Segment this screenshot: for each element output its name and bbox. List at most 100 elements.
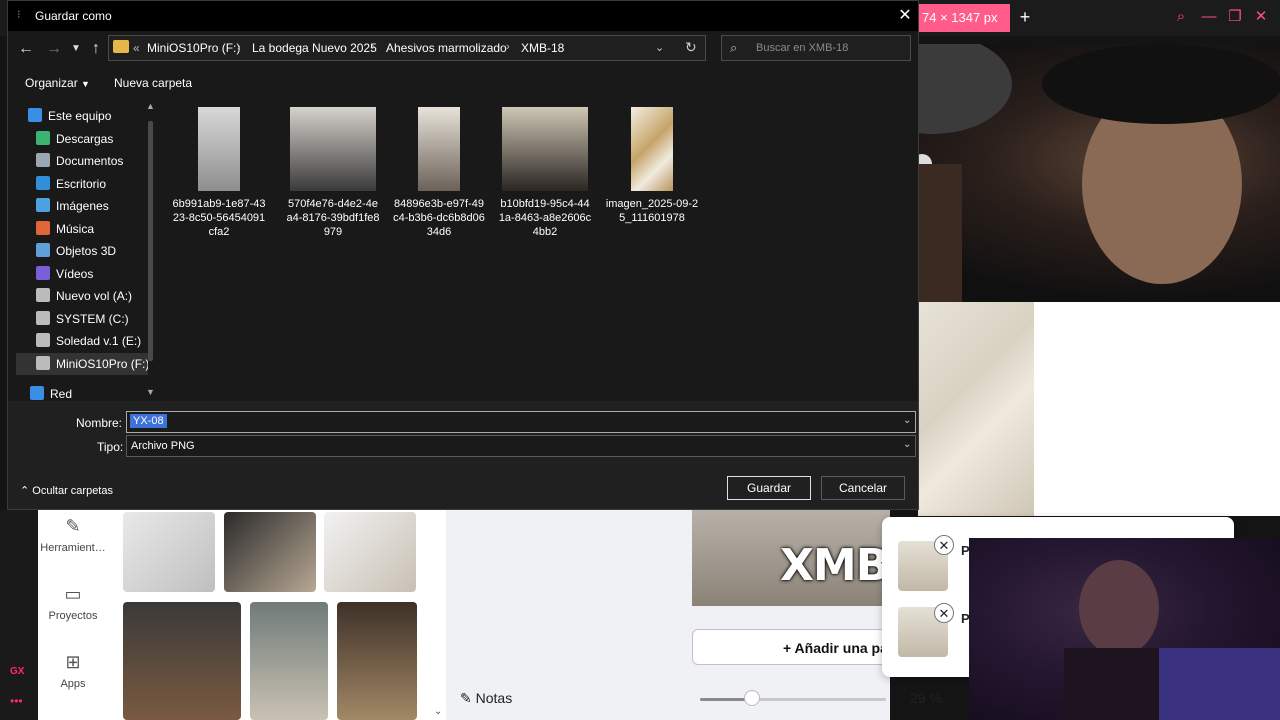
restore-icon[interactable]: ❐ — [1224, 6, 1246, 28]
side-button-tools[interactable]: ✎ Herramient… — [38, 516, 108, 554]
nav-item-label: Descargas — [56, 132, 114, 146]
side-button-label: Apps — [60, 678, 86, 690]
nav-item-label: SYSTEM (C:) — [56, 312, 129, 326]
file-item[interactable]: 6b991ab9-1e87-4323-8c50-56454091cfa2 — [166, 107, 272, 239]
nav-item-label: Vídeos — [56, 267, 94, 281]
gallery-thumbnail[interactable] — [337, 602, 417, 720]
breadcrumb-item[interactable]: XMB-18 — [521, 41, 564, 55]
gallery-thumbnail[interactable] — [224, 512, 316, 592]
file-item[interactable]: 570f4e76-d4e2-4ea4-8176-39bdf1fe8979 — [280, 107, 386, 239]
notes-button[interactable]: ✎ Notas — [460, 690, 512, 707]
remove-upload-icon[interactable]: ✕ — [934, 603, 954, 623]
nav-item-drive-f[interactable]: MiniOS10Pro (F:) — [16, 353, 148, 375]
search-icon[interactable]: ⌕ — [1170, 6, 1192, 28]
filename-label: Nombre: — [76, 416, 123, 430]
editor-side-panel: ✎ Herramient… ▭ Proyectos ⊞ Apps — [38, 510, 108, 720]
nav-item-label: Red — [50, 387, 73, 401]
nav-item-descargas[interactable]: Descargas — [36, 128, 154, 150]
file-name: imagen_2025-09-25_111601978 — [605, 198, 699, 224]
hide-folders-button[interactable]: ⌃ Ocultar carpetas — [20, 484, 113, 497]
side-button-projects[interactable]: ▭ Proyectos — [38, 584, 108, 622]
nav-item-escritorio[interactable]: Escritorio — [36, 173, 154, 195]
nav-item-videos[interactable]: Vídeos — [36, 263, 154, 285]
file-thumbnail — [198, 107, 240, 191]
cancel-button[interactable]: Cancelar — [821, 476, 905, 500]
zoom-slider-handle[interactable] — [744, 690, 760, 706]
breadcrumb-item[interactable]: MiniOS10Pro (F:) — [147, 41, 240, 55]
browser-brand[interactable]: GX — [10, 666, 24, 677]
save-button[interactable]: Guardar — [727, 476, 811, 500]
side-button-apps[interactable]: ⊞ Apps — [38, 652, 108, 690]
up-folder-icon[interactable]: ↑ — [86, 39, 106, 59]
notes-icon: ✎ — [460, 690, 476, 706]
nav-item-este-equipo[interactable]: Este equipo — [28, 105, 146, 127]
more-icon[interactable]: ••• — [10, 694, 23, 708]
nav-item-label: Escritorio — [56, 177, 107, 191]
breadcrumb-item[interactable]: Ahesivos marmolizado — [386, 41, 507, 55]
address-bar[interactable]: « MiniOS10Pro (F:) › La bodega Nuevo 202… — [108, 35, 706, 61]
nav-item-drive-e[interactable]: Soledad v.1 (E:) — [36, 330, 154, 352]
new-folder-button[interactable]: Nueva carpeta — [114, 76, 192, 90]
notes-label: Notas — [475, 690, 513, 706]
navigation-scrollbar[interactable] — [148, 121, 153, 361]
drive-icon — [36, 356, 50, 370]
nav-item-imagenes[interactable]: Imágenes — [36, 195, 154, 217]
file-item[interactable]: b10bfd19-95c4-441a-8463-a8e2606c4bb2 — [492, 107, 598, 239]
new-tab-icon[interactable]: + — [1014, 6, 1036, 28]
file-item[interactable]: 84896e3b-e97f-49c4-b3b6-dc6b8d0634d6 — [386, 107, 492, 239]
filetype-value: Archivo PNG — [131, 440, 195, 452]
close-window-icon[interactable]: ✕ — [1250, 6, 1272, 28]
dialog-bottom-panel: Nombre: YX-08 ⌄ Tipo: Archivo PNG ⌄ ⌃ Oc… — [8, 401, 918, 509]
file-item[interactable]: imagen_2025-09-25_111601978 — [599, 107, 705, 225]
nav-item-drive-a[interactable]: Nuevo vol (A:) — [36, 285, 154, 307]
file-name: 6b991ab9-1e87-4323-8c50-56454091cfa2 — [172, 198, 266, 238]
scroll-down-icon[interactable]: ▼ — [146, 387, 155, 397]
minimize-icon[interactable]: — — [1198, 6, 1220, 28]
gallery-thumbnail[interactable] — [324, 512, 416, 592]
background-size-tab[interactable]: 74 × 1347 px — [918, 4, 1010, 32]
drive-icon — [36, 311, 50, 325]
gallery-thumbnail[interactable] — [250, 602, 328, 720]
hide-folders-label: Ocultar carpetas — [32, 485, 113, 497]
file-list: 6b991ab9-1e87-4323-8c50-56454091cfa2 570… — [160, 99, 918, 401]
nav-item-objetos-3d[interactable]: Objetos 3D — [36, 240, 154, 262]
browser-left-rail — [0, 510, 38, 720]
drive-icon — [36, 288, 50, 302]
close-icon[interactable]: ✕ — [892, 3, 918, 29]
scroll-up-icon[interactable]: ▲ — [146, 101, 155, 111]
recent-locations-icon[interactable]: ▼ — [66, 39, 86, 59]
file-thumbnail — [418, 107, 460, 191]
nav-item-musica[interactable]: Música — [36, 218, 154, 240]
gallery-thumbnail[interactable] — [123, 512, 215, 592]
search-input[interactable]: ⌕ Buscar en XMB-18 — [721, 35, 911, 61]
chevron-down-icon[interactable]: ⌄ — [903, 415, 911, 426]
side-button-label: Proyectos — [48, 610, 98, 622]
refresh-icon[interactable]: ↻ — [685, 39, 697, 56]
add-page-button[interactable]: + Añadir una pá — [692, 629, 902, 665]
template-gallery: ⌄ — [108, 510, 448, 720]
side-button-label: Herramient… — [40, 542, 106, 554]
design-preview-marble — [918, 302, 1034, 516]
chevron-down-icon: ▼ — [81, 79, 90, 89]
filename-field[interactable]: YX-08 ⌄ — [126, 411, 916, 433]
nav-item-documentos[interactable]: Documentos — [36, 150, 154, 172]
gallery-scroll-down-icon[interactable]: ⌄ — [434, 706, 442, 717]
dialog-toolbar: Organizar ▼ Nueva carpeta — [8, 67, 918, 99]
chevron-down-icon[interactable]: ⌄ — [655, 41, 664, 54]
file-thumbnail — [502, 107, 588, 191]
save-as-dialog: ⁝ Guardar como ✕ ← → ▼ ↑ « MiniOS10Pro (… — [7, 0, 919, 510]
filetype-select[interactable]: Archivo PNG ⌄ — [126, 435, 916, 457]
file-name: 570f4e76-d4e2-4ea4-8176-39bdf1fe8979 — [286, 198, 380, 238]
gallery-thumbnail[interactable] — [123, 602, 241, 720]
nav-item-label: Música — [56, 222, 95, 236]
breadcrumb-item[interactable]: La bodega Nuevo 2025 — [252, 41, 377, 55]
breadcrumb-separator: › — [506, 41, 510, 53]
remove-upload-icon[interactable]: ✕ — [934, 535, 954, 555]
breadcrumb-overflow[interactable]: « — [133, 41, 140, 55]
organize-button[interactable]: Organizar ▼ — [25, 76, 90, 90]
pencil-icon: ✎ — [65, 516, 81, 536]
back-icon[interactable]: ← — [16, 39, 36, 59]
nav-item-drive-c[interactable]: SYSTEM (C:) — [36, 308, 154, 330]
forward-icon[interactable]: → — [44, 39, 64, 59]
nav-item-label: Imágenes — [56, 199, 109, 213]
